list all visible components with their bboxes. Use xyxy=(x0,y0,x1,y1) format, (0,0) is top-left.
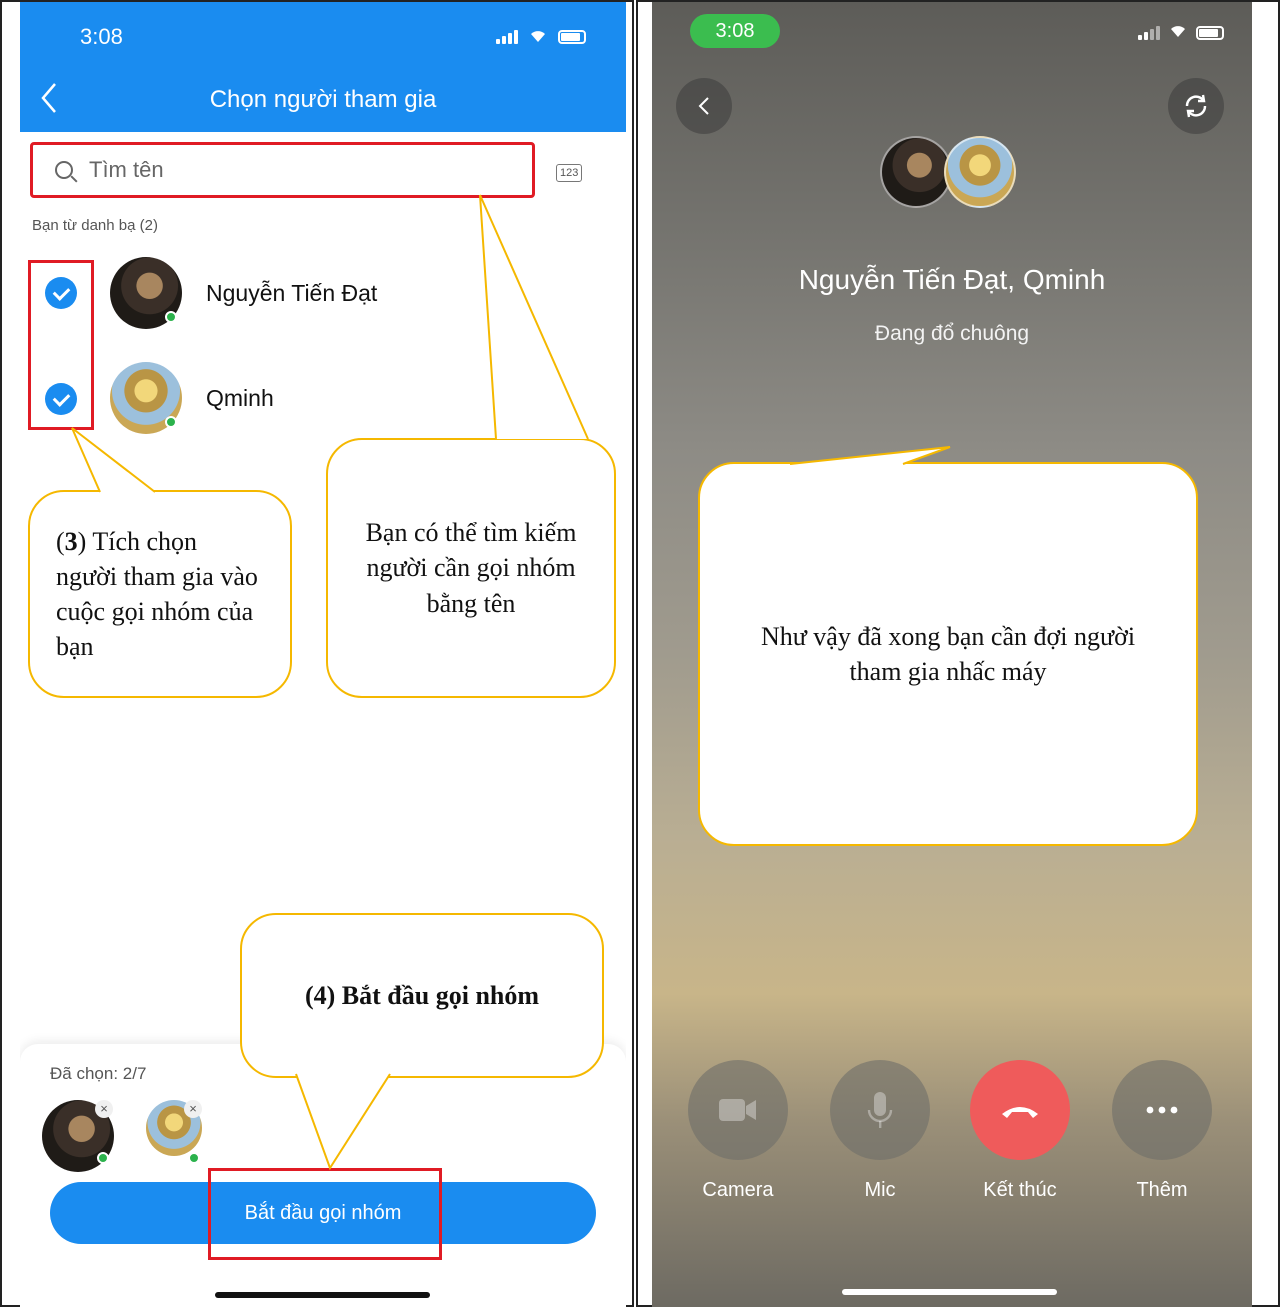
call-participants: Nguyễn Tiến Đạt, Qminh xyxy=(798,264,1106,295)
checkbox-checked-icon[interactable] xyxy=(45,277,77,309)
page-title: Chọn người tham gia xyxy=(209,86,437,113)
online-indicator xyxy=(188,1152,200,1164)
battery-icon xyxy=(1196,25,1224,40)
more-icon xyxy=(1146,1106,1178,1114)
home-indicator xyxy=(215,1292,430,1298)
status-bar: 3:08 xyxy=(20,2,626,72)
status-time-pill: 3:08 xyxy=(690,14,780,48)
mic-button[interactable] xyxy=(830,1060,930,1160)
call-status: Đang đổ chuông xyxy=(874,322,1030,345)
highlight-start-button xyxy=(208,1168,442,1260)
battery-icon xyxy=(558,30,586,44)
online-indicator xyxy=(97,1152,109,1164)
group-call-screen: 3:08 Nguyễn Tiến Đạt, Qminh Đang đổ chuô… xyxy=(652,2,1252,1307)
contact-name[interactable]: Qminh xyxy=(206,385,274,412)
more-label: Thêm xyxy=(1136,1179,1188,1201)
wifi-icon xyxy=(528,27,548,48)
signal-icon xyxy=(1138,25,1160,40)
checkbox-checked-icon[interactable] xyxy=(45,383,77,415)
signal-icon xyxy=(496,30,518,44)
end-call-button[interactable] xyxy=(970,1060,1070,1160)
video-camera-icon xyxy=(719,1099,756,1121)
camera-label: Camera xyxy=(702,1179,774,1201)
participant-avatar xyxy=(880,136,952,208)
callout-search-hint: Bạn có thể tìm kiếm người cần gọi nhóm b… xyxy=(326,438,616,698)
callout-search-hint-text: Bạn có thể tìm kiếm người cần gọi nhóm b… xyxy=(365,518,577,618)
search-placeholder: Tìm tên xyxy=(89,157,164,182)
panel-divider xyxy=(632,0,638,1307)
back-chevron-icon[interactable] xyxy=(676,78,732,134)
callout-step-4: (4) Bắt đầu gọi nhóm xyxy=(240,913,604,1078)
system-icons xyxy=(1138,22,1224,43)
mic-label: Mic xyxy=(864,1179,896,1201)
callout-step-4-text: (4) Bắt đầu gọi nhóm xyxy=(304,980,540,1010)
callout-waiting-text: Như vậy đã xong bạn cần đợi người tham g… xyxy=(760,621,1136,686)
contact-name[interactable]: Nguyễn Tiến Đạt xyxy=(206,280,377,307)
status-time: 3:08 xyxy=(80,24,123,49)
participant-avatar xyxy=(944,136,1016,208)
select-participants-screen: 3:08 Chọn người tham gia Tìm tên 123 Bạn… xyxy=(20,2,626,1307)
wifi-icon xyxy=(1168,22,1188,43)
search-icon xyxy=(55,161,73,179)
end-call-label: Kết thúc xyxy=(983,1179,1057,1201)
switch-camera-icon[interactable] xyxy=(1168,78,1224,134)
remove-icon[interactable]: × xyxy=(184,1100,202,1118)
system-icons xyxy=(496,27,586,48)
search-input[interactable]: Tìm tên xyxy=(30,142,535,198)
more-button[interactable] xyxy=(1112,1060,1212,1160)
microphone-icon xyxy=(867,1092,893,1128)
contacts-section-label: Bạn từ danh bạ (2) xyxy=(32,217,158,234)
numeric-keypad-toggle[interactable]: 123 xyxy=(556,164,583,182)
online-indicator xyxy=(165,416,177,428)
camera-button[interactable] xyxy=(688,1060,788,1160)
online-indicator xyxy=(165,311,177,323)
remove-icon[interactable]: × xyxy=(95,1100,113,1118)
selected-count: Đã chọn: 2/7 xyxy=(50,1064,147,1083)
end-call-icon xyxy=(1002,1107,1038,1118)
callout-step-3: (3) Tích chọn người tham gia vào cuộc gọ… xyxy=(28,490,292,698)
callout-waiting: Như vậy đã xong bạn cần đợi người tham g… xyxy=(698,462,1198,846)
home-indicator xyxy=(842,1289,1057,1295)
callout-step-3-text: (3) Tích chọn người tham gia vào cuộc gọ… xyxy=(56,526,258,662)
